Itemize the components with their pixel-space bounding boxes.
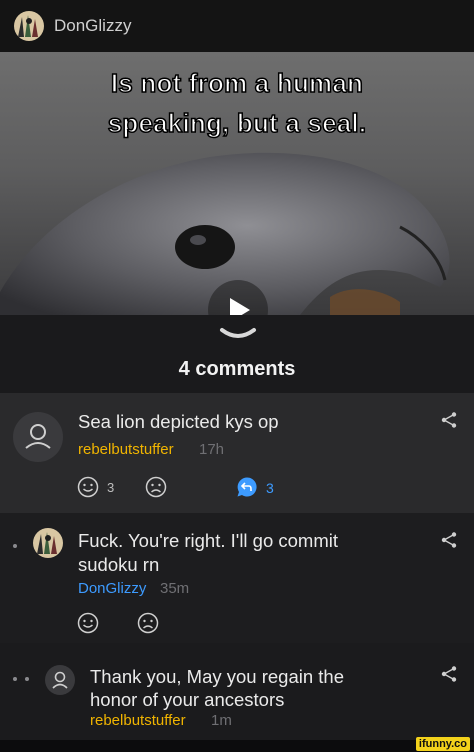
smile-icon[interactable] <box>77 612 99 634</box>
author-avatar[interactable] <box>14 11 44 41</box>
frown-icon[interactable] <box>145 476 167 498</box>
play-icon[interactable] <box>230 298 250 315</box>
thread-dot <box>25 677 29 681</box>
comment-time: 35m <box>160 580 190 597</box>
comment-time: 17h <box>199 441 225 458</box>
author-avatar[interactable] <box>33 528 63 558</box>
chevron-down-icon[interactable] <box>218 326 258 344</box>
share-icon[interactable] <box>440 411 458 429</box>
comment-text-line2: sudoku rn <box>78 554 160 575</box>
smile-count: 3 <box>107 480 115 495</box>
frown-icon[interactable] <box>137 612 159 634</box>
user-avatar-icon[interactable] <box>45 665 75 695</box>
thread-dot <box>13 544 17 548</box>
comment-text: Sea lion depicted kys op <box>78 411 279 432</box>
comment-text-line1: Fuck. You're right. I'll go commit <box>78 530 339 551</box>
bottom-strip <box>0 740 474 752</box>
reply-count[interactable]: 3 <box>266 480 274 496</box>
video-caption-line1: Is not from a human <box>110 67 364 99</box>
comment-time: 1m <box>211 712 232 729</box>
comment-author[interactable]: rebelbutstuffer <box>78 441 174 458</box>
watermark: ifunny.co <box>415 737 470 751</box>
comment-author[interactable]: DonGlizzy <box>78 580 146 597</box>
smile-icon[interactable] <box>77 476 99 498</box>
comment-item[interactable]: Fuck. You're right. I'll go commit sudok… <box>0 513 474 643</box>
comment-author[interactable]: rebelbutstuffer <box>90 712 186 729</box>
video-caption-line2: speaking, but a seal. <box>107 107 367 139</box>
thread-dot <box>13 677 17 681</box>
share-icon[interactable] <box>440 665 458 683</box>
comment-item[interactable]: Thank you, May you regain the honor of y… <box>0 643 474 740</box>
share-icon[interactable] <box>440 531 458 549</box>
comment-text-line1: Thank you, May you regain the <box>90 666 345 687</box>
post-author-name[interactable]: DonGlizzy <box>54 16 131 36</box>
comment-text-line2: honor of your ancestors <box>90 689 285 710</box>
reply-icon[interactable] <box>236 476 258 498</box>
user-avatar-icon[interactable] <box>13 412 63 462</box>
post-header: DonGlizzy <box>0 0 474 52</box>
video-player[interactable]: Is not from a human speaking, but a seal… <box>0 52 474 315</box>
comments-count-label: 4 comments <box>178 358 296 380</box>
comment-item[interactable]: Sea lion depicted kys op rebelbutstuffer… <box>0 393 474 513</box>
